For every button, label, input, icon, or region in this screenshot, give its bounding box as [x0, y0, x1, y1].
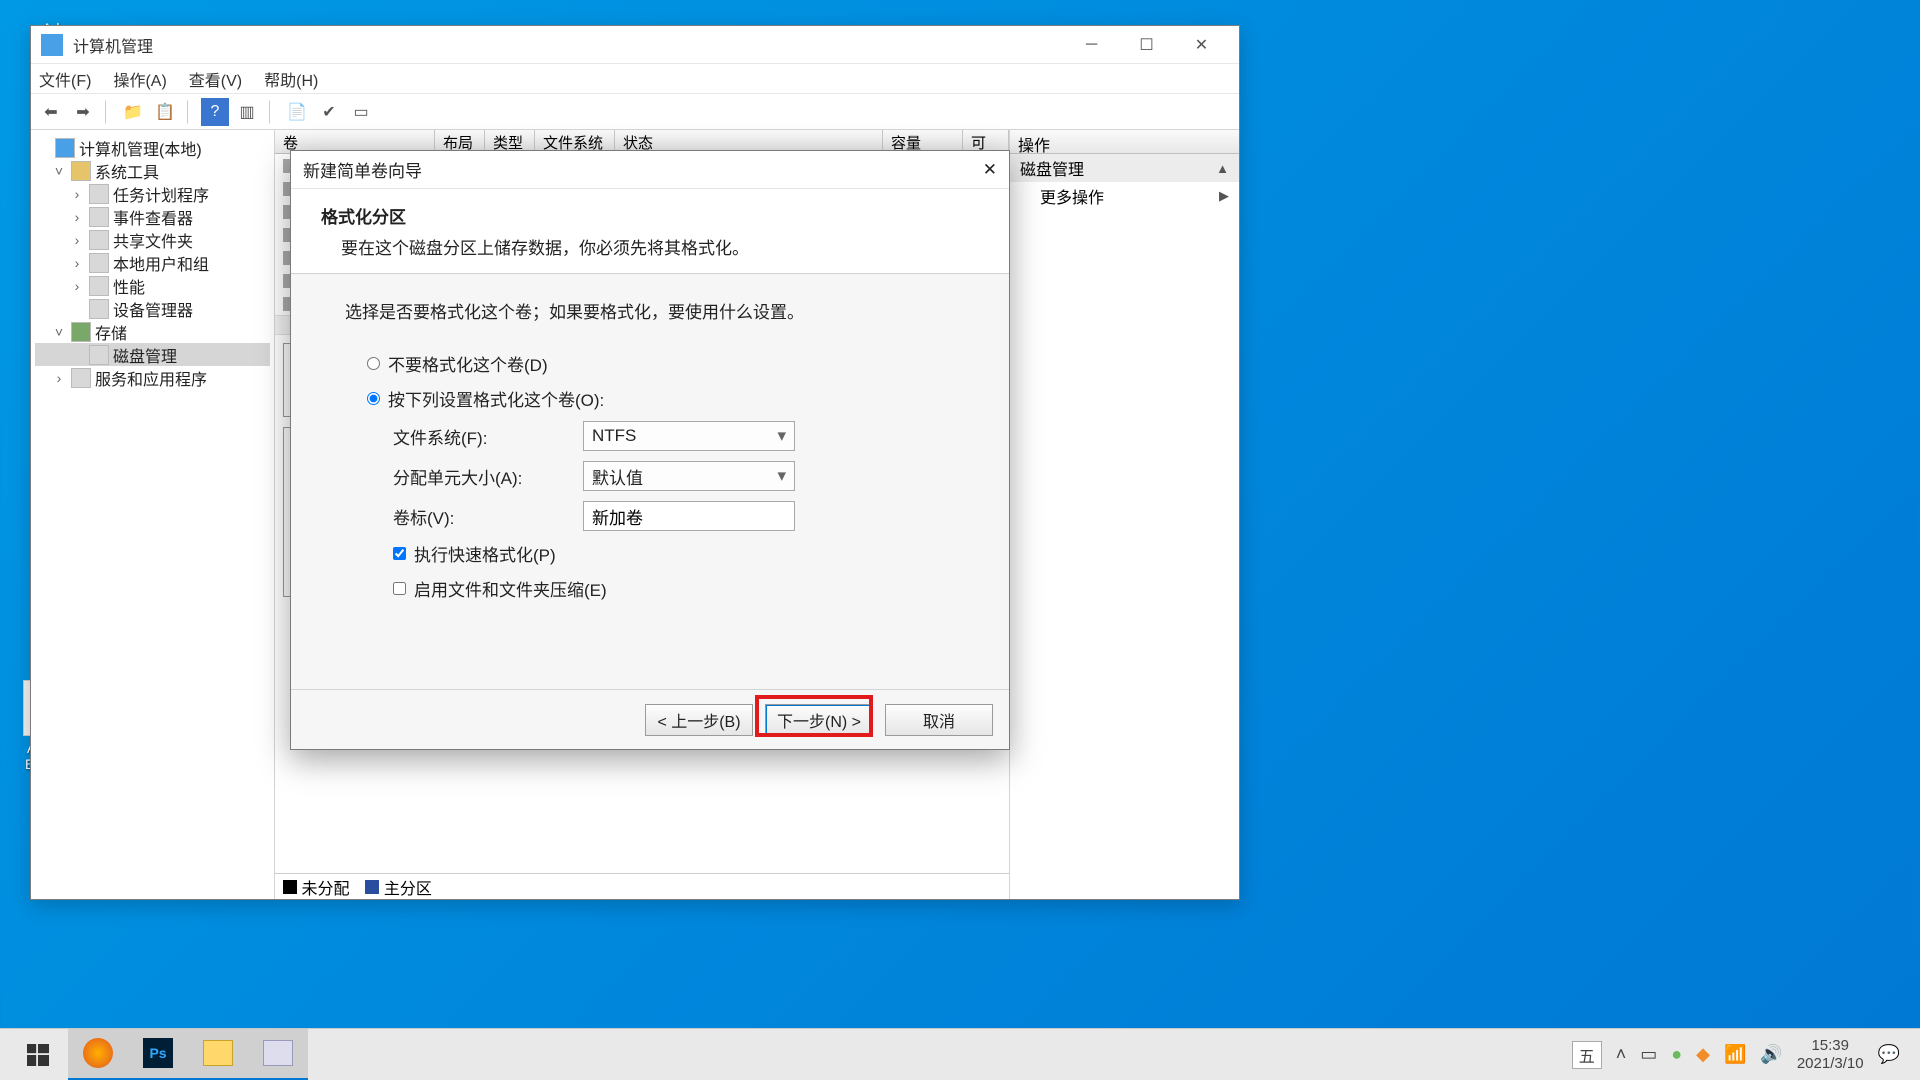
nav-back-icon[interactable]: ⬅ [37, 98, 65, 126]
check-icon[interactable]: ✔ [315, 98, 343, 126]
wizard-heading: 格式化分区 [321, 203, 979, 228]
computer-management-window: 计算机管理 ─ ☐ ✕ 文件(F) 操作(A) 查看(V) 帮助(H) ⬅ ➡ … [30, 25, 1240, 900]
list-icon[interactable]: 📄 [283, 98, 311, 126]
tree-disk-management[interactable]: 磁盘管理 [35, 343, 270, 366]
tree-event-viewer[interactable]: ›事件查看器 [35, 205, 270, 228]
tray-clock[interactable]: 15:39 2021/3/10 [1797, 1037, 1864, 1073]
tree-storage[interactable]: ˅存储 [35, 320, 270, 343]
menu-view[interactable]: 查看(V) [189, 67, 242, 91]
navigation-tree[interactable]: 计算机管理(本地) ˅系统工具 ›任务计划程序 ›事件查看器 ›共享文件夹 ›本… [31, 130, 275, 899]
next-button[interactable]: 下一步(N) > [765, 704, 873, 736]
wizard-subheading: 要在这个磁盘分区上储存数据，你必须先将其格式化。 [341, 234, 979, 259]
taskbar-mmc-icon[interactable] [248, 1029, 308, 1080]
nav-forward-icon[interactable]: ➡ [69, 98, 97, 126]
radio-format-input[interactable] [367, 392, 380, 405]
menubar: 文件(F) 操作(A) 查看(V) 帮助(H) [31, 64, 1239, 94]
window-title: 计算机管理 [73, 33, 1064, 57]
tree-task-scheduler[interactable]: ›任务计划程序 [35, 182, 270, 205]
wizard-close-button[interactable]: ✕ [983, 160, 997, 180]
menu-action[interactable]: 操作(A) [113, 67, 166, 91]
label-allocation-unit: 分配单元大小(A): [393, 464, 583, 489]
wizard-footer: < 上一步(B) 下一步(N) > 取消 [291, 689, 1009, 749]
refresh-icon[interactable]: 📋 [151, 98, 179, 126]
label-volume-label: 卷标(V): [393, 504, 583, 529]
maximize-button[interactable]: ☐ [1119, 30, 1174, 60]
taskbar[interactable]: Ps 五 ˄ ▭ ● ◆ 📶 🔊 15:39 2021/3/10 💬 [0, 1028, 1920, 1080]
app-icon [41, 34, 63, 56]
close-button[interactable]: ✕ [1174, 30, 1229, 60]
tree-performance[interactable]: ›性能 [35, 274, 270, 297]
dropdown-allocation-unit[interactable]: 默认值 [583, 461, 795, 491]
minimize-button[interactable]: ─ [1064, 30, 1119, 60]
tray-notifications-icon[interactable]: 💬 [1878, 1044, 1900, 1065]
tray-volume-icon[interactable]: 🔊 [1760, 1044, 1782, 1065]
menu-file[interactable]: 文件(F) [39, 67, 91, 91]
checkbox-compression-input[interactable] [393, 582, 406, 595]
more-icon[interactable]: ▭ [347, 98, 375, 126]
wizard-header: 格式化分区 要在这个磁盘分区上储存数据，你必须先将其格式化。 [291, 189, 1009, 274]
tree-shared-folders[interactable]: ›共享文件夹 [35, 228, 270, 251]
radio-do-not-format-input[interactable] [367, 357, 380, 370]
tree-local-users[interactable]: ›本地用户和组 [35, 251, 270, 274]
checkbox-quick-format[interactable]: 执行快速格式化(P) [393, 541, 955, 566]
tree-services-apps[interactable]: ›服务和应用程序 [35, 366, 270, 389]
wizard-instruction: 选择是否要格式化这个卷；如果要格式化，要使用什么设置。 [345, 298, 955, 323]
taskbar-photoshop-icon[interactable]: Ps [128, 1029, 188, 1080]
input-volume-label[interactable] [583, 501, 795, 531]
radio-do-not-format[interactable]: 不要格式化这个卷(D) [367, 351, 955, 376]
menu-help[interactable]: 帮助(H) [264, 67, 318, 91]
tree-root[interactable]: 计算机管理(本地) [35, 136, 270, 159]
tray-app-icon[interactable]: ● [1671, 1044, 1682, 1065]
tray-chevron-icon[interactable]: ˄ [1616, 1044, 1627, 1065]
properties-icon[interactable]: ▥ [233, 98, 261, 126]
checkbox-quick-format-input[interactable] [393, 547, 406, 560]
titlebar[interactable]: 计算机管理 ─ ☐ ✕ [31, 26, 1239, 64]
folder-icon[interactable]: 📁 [119, 98, 147, 126]
radio-format-with-settings[interactable]: 按下列设置格式化这个卷(O): [367, 386, 955, 411]
cancel-button[interactable]: 取消 [885, 704, 993, 736]
label-filesystem: 文件系统(F): [393, 424, 583, 449]
new-simple-volume-wizard: 新建简单卷向导 ✕ 格式化分区 要在这个磁盘分区上储存数据，你必须先将其格式化。… [290, 150, 1010, 750]
ime-indicator[interactable]: 五 [1572, 1041, 1602, 1069]
actions-group-diskmgmt[interactable]: 磁盘管理▲ [1010, 154, 1239, 182]
taskbar-firefox-icon[interactable] [68, 1029, 128, 1080]
legend: 未分配 主分区 [275, 873, 1009, 899]
actions-more[interactable]: 更多操作▶ [1010, 182, 1239, 210]
actions-header: 操作 [1010, 130, 1239, 154]
tray-security-icon[interactable]: ◆ [1696, 1044, 1710, 1065]
tray-wifi-icon[interactable]: 📶 [1724, 1044, 1746, 1065]
tree-device-manager[interactable]: 设备管理器 [35, 297, 270, 320]
start-button[interactable] [8, 1029, 68, 1080]
actions-pane: 操作 磁盘管理▲ 更多操作▶ [1009, 130, 1239, 899]
system-tray[interactable]: 五 ˄ ▭ ● ◆ 📶 🔊 15:39 2021/3/10 💬 [1572, 1037, 1912, 1073]
tree-system-tools[interactable]: ˅系统工具 [35, 159, 270, 182]
dropdown-filesystem[interactable]: NTFS [583, 421, 795, 451]
checkbox-enable-compression[interactable]: 启用文件和文件夹压缩(E) [393, 576, 955, 601]
disk-management-pane: 卷 布局 类型 文件系统 状态 容量 可 基 [275, 130, 1009, 899]
toolbar: ⬅ ➡ 📁 📋 ? ▥ 📄 ✔ ▭ [31, 94, 1239, 130]
help-icon[interactable]: ? [201, 98, 229, 126]
tray-onedrive-icon[interactable]: ▭ [1640, 1044, 1657, 1065]
taskbar-explorer-icon[interactable] [188, 1029, 248, 1080]
wizard-titlebar[interactable]: 新建简单卷向导 ✕ [291, 151, 1009, 189]
back-button[interactable]: < 上一步(B) [645, 704, 753, 736]
wizard-title: 新建简单卷向导 [303, 157, 983, 182]
